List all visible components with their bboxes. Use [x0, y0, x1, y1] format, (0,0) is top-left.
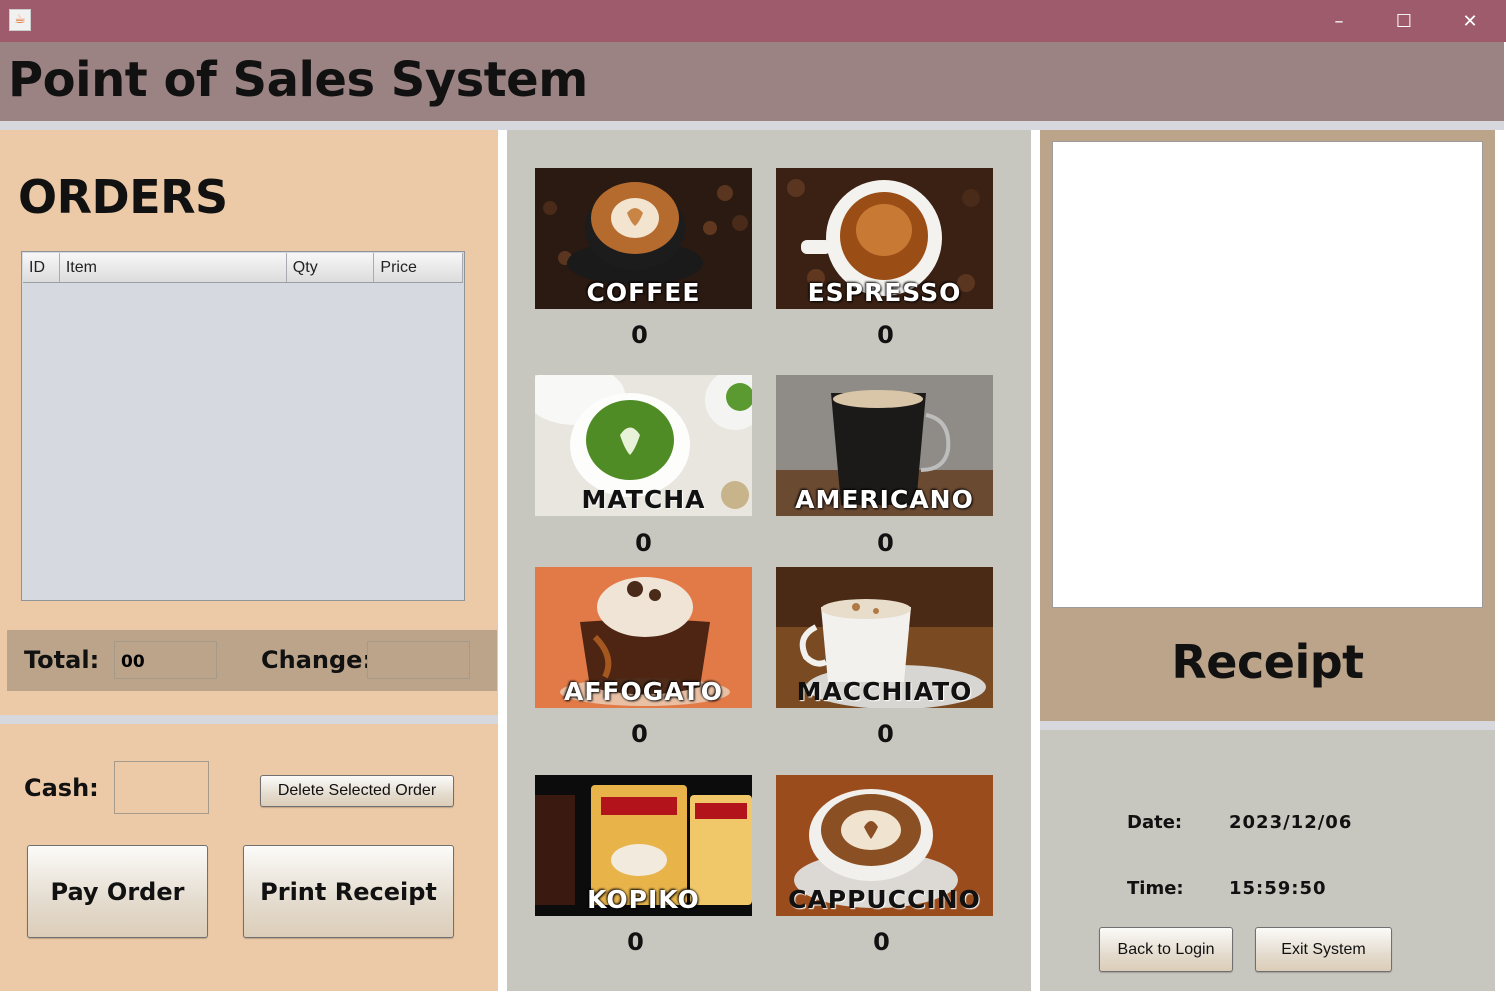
minimize-button[interactable]: – — [1309, 0, 1369, 42]
menu-item-qty-espresso: 0 — [877, 321, 894, 349]
orders-table-header: ID Item Qty Price — [23, 253, 464, 283]
divider — [0, 715, 498, 724]
pay-order-button[interactable]: Pay Order — [27, 845, 208, 938]
menu-item-espresso[interactable]: ESPRESSO — [776, 168, 993, 309]
page-title: Point of Sales System — [8, 52, 588, 108]
orders-table[interactable]: ID Item Qty Price — [21, 251, 465, 601]
payment-panel: Cash: Delete Selected Order Pay Order Pr… — [0, 724, 498, 991]
menu-item-label: KOPIKO — [587, 885, 700, 914]
info-panel: Date: 2023/12/06 Time: 15:59:50 Back to … — [1040, 730, 1495, 991]
window-titlebar: ☕ – ☐ ✕ — [0, 0, 1506, 42]
back-to-login-button[interactable]: Back to Login — [1099, 927, 1233, 972]
delete-selected-order-button[interactable]: Delete Selected Order — [260, 775, 454, 807]
receipt-textarea[interactable] — [1052, 141, 1483, 608]
print-receipt-button[interactable]: Print Receipt — [243, 845, 454, 938]
menu-item-qty-affogato: 0 — [631, 720, 648, 748]
divider — [0, 121, 1504, 130]
close-button[interactable]: ✕ — [1440, 0, 1500, 42]
date-value: 2023/12/06 — [1229, 812, 1353, 833]
menu-item-label: COFFEE — [586, 278, 701, 307]
menu-item-label: MACCHIATO — [796, 677, 973, 706]
menu-item-label: ESPRESSO — [807, 278, 962, 307]
menu-item-label: MATCHA — [581, 485, 706, 514]
menu-item-qty-coffee: 0 — [631, 321, 648, 349]
menu-item-qty-kopiko: 0 — [627, 928, 644, 956]
menu-item-kopiko[interactable]: KOPIKO — [535, 775, 752, 916]
menu-item-affogato[interactable]: AFFOGATO — [535, 567, 752, 708]
change-label: Change: — [261, 646, 373, 674]
receipt-label: Receipt — [1171, 635, 1364, 689]
column-header-qty[interactable]: Qty — [287, 253, 375, 282]
cash-input[interactable] — [114, 761, 209, 814]
column-header-id[interactable]: ID — [23, 253, 60, 282]
menu-item-qty-matcha: 0 — [635, 529, 652, 557]
exit-system-button[interactable]: Exit System — [1255, 927, 1392, 972]
change-field — [367, 641, 470, 679]
java-app-icon: ☕ — [9, 9, 31, 31]
menu-item-qty-americano: 0 — [877, 529, 894, 557]
column-header-item[interactable]: Item — [60, 253, 287, 282]
cash-label: Cash: — [24, 774, 99, 802]
menu-item-qty-cappuccino: 0 — [873, 928, 890, 956]
menu-item-coffee[interactable]: COFFEE — [535, 168, 752, 309]
menu-item-matcha[interactable]: MATCHA — [535, 375, 752, 516]
total-label: Total: — [24, 646, 100, 674]
divider — [1040, 721, 1495, 730]
maximize-button[interactable]: ☐ — [1374, 0, 1434, 42]
menu-item-label: CAPPUCCINO — [788, 885, 981, 914]
date-label: Date: — [1127, 812, 1183, 833]
orders-title: ORDERS — [18, 170, 228, 224]
menu-item-label: AFFOGATO — [564, 677, 723, 706]
menu-item-americano[interactable]: AMERICANO — [776, 375, 993, 516]
menu-panel: COFFEE 0 ESPRESSO 0 MATCHA 0 AMERICANO 0… — [507, 130, 1031, 991]
menu-item-label: AMERICANO — [795, 485, 974, 514]
app-header: Point of Sales System — [0, 42, 1504, 121]
receipt-panel: Receipt — [1040, 130, 1495, 721]
totals-bar: Total: 00 Change: — [7, 630, 497, 691]
menu-item-qty-macchiato: 0 — [877, 720, 894, 748]
menu-item-cappuccino[interactable]: CAPPUCCINO — [776, 775, 993, 916]
orders-panel: ORDERS ID Item Qty Price Total: 00 Chang… — [0, 130, 498, 715]
menu-item-macchiato[interactable]: MACCHIATO — [776, 567, 993, 708]
column-header-price[interactable]: Price — [374, 253, 464, 282]
time-value: 15:59:50 — [1229, 878, 1327, 899]
total-field: 00 — [114, 641, 217, 679]
time-label: Time: — [1127, 878, 1184, 899]
